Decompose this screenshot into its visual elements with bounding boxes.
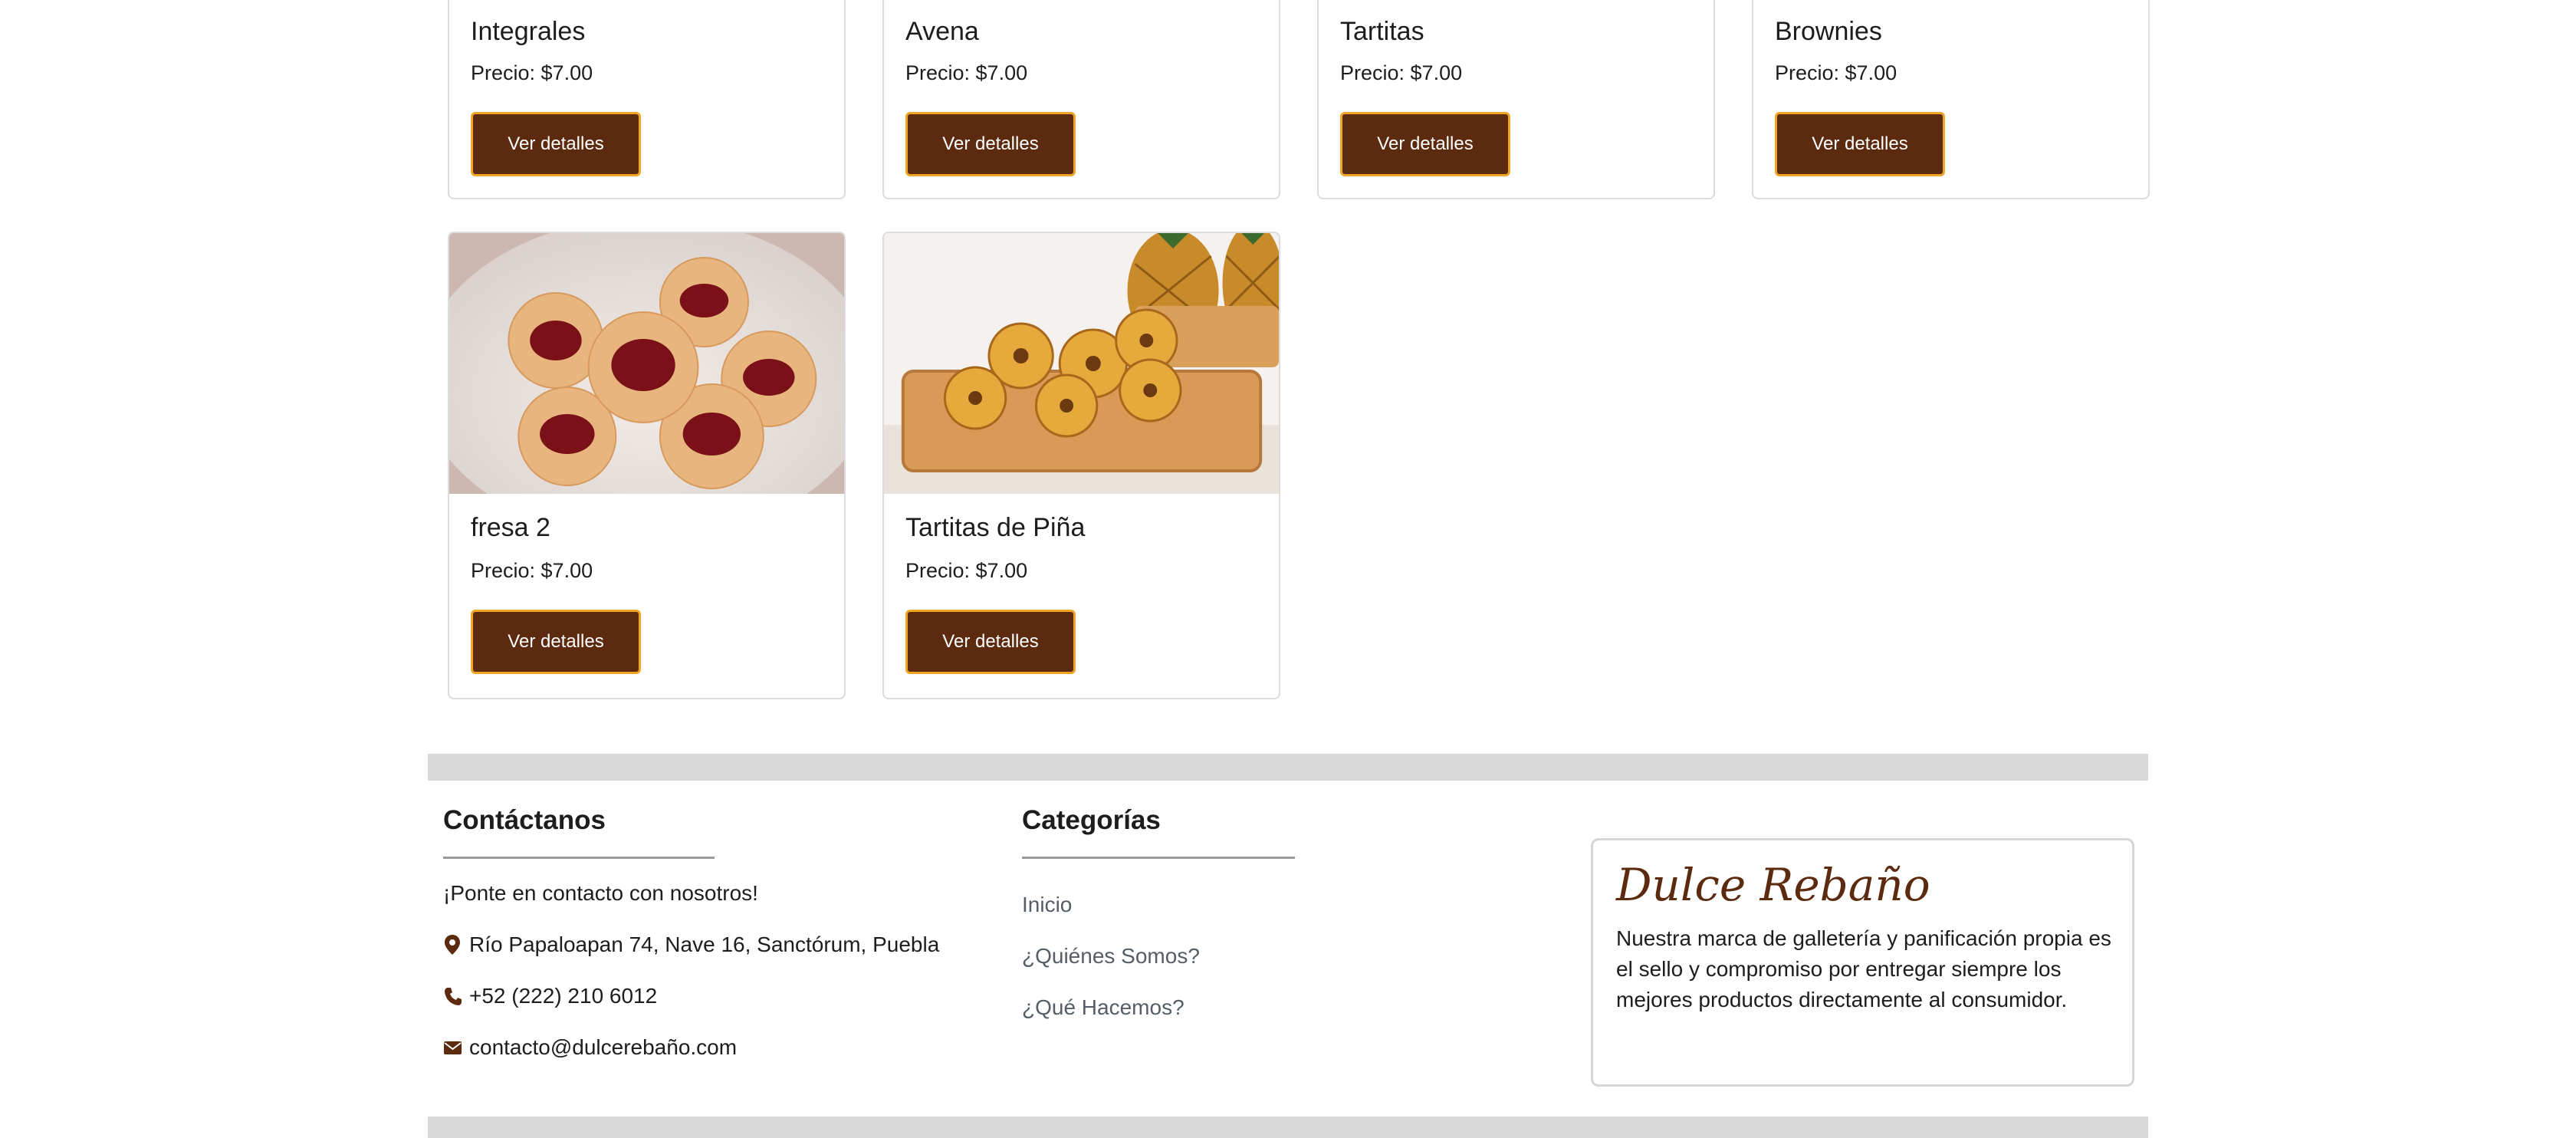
product-price: Precio: $7.00 (471, 559, 593, 582)
view-details-button[interactable]: Ver detalles (905, 610, 1076, 674)
product-image-jam-cookies[interactable] (449, 233, 844, 494)
view-details-button[interactable]: Ver detalles (471, 112, 641, 176)
contact-heading-rule (443, 857, 715, 859)
product-card: Avena Precio: $7.00 Ver detalles (882, 0, 1280, 199)
contact-email-text: contacto@dulcerebaño.com (469, 1035, 738, 1059)
product-price: Precio: $7.00 (1340, 61, 1463, 84)
view-details-button[interactable]: Ver detalles (1340, 112, 1510, 176)
footer-link-quienes-somos[interactable]: ¿Quiénes Somos? (1022, 944, 1200, 969)
product-name: Tartitas de Piña (905, 513, 1086, 542)
product-name: Tartitas (1340, 17, 1424, 46)
view-details-button[interactable]: Ver detalles (1775, 112, 1945, 176)
map-marker-icon (445, 935, 460, 955)
view-details-button[interactable]: Ver detalles (905, 112, 1076, 176)
product-card: Tartitas de Piña Precio: $7.00 Ver detal… (882, 232, 1280, 699)
footer-link-inicio[interactable]: Inicio (1022, 893, 1072, 917)
footer-bottom-band (428, 1117, 2148, 1138)
categories-heading: Categorías (1022, 805, 1161, 835)
product-price: Precio: $7.00 (905, 61, 1028, 84)
product-image-pineapple-tarts[interactable] (884, 233, 1279, 494)
contact-intro: ¡Ponte en contacto con nosotros! (443, 881, 758, 906)
product-name: fresa 2 (471, 513, 550, 542)
product-price: Precio: $7.00 (1775, 61, 1898, 84)
contact-email: contacto@dulcerebaño.com (443, 1035, 737, 1060)
footer-link-que-hacemos[interactable]: ¿Qué Hacemos? (1022, 995, 1184, 1020)
view-details-button[interactable]: Ver detalles (471, 610, 641, 674)
product-card: Brownies Precio: $7.00 Ver detalles (1752, 0, 2150, 199)
brand-name: Dulce Rebaño (1616, 859, 1930, 911)
brand-description: Nuestra marca de galletería y panificaci… (1616, 926, 2111, 1011)
footer-top-band (428, 754, 2148, 781)
envelope-icon (444, 1041, 462, 1054)
product-price: Precio: $7.00 (471, 61, 593, 84)
categories-heading-rule (1022, 857, 1295, 859)
product-name: Integrales (471, 17, 586, 46)
contact-address-text: Río Papaloapan 74, Nave 16, Sanctórum, P… (469, 932, 940, 956)
brand-info-box: Dulce Rebaño Nuestra marca de galletería… (1591, 838, 2134, 1087)
product-price: Precio: $7.00 (905, 559, 1028, 582)
product-card: Tartitas Precio: $7.00 Ver detalles (1317, 0, 1715, 199)
product-name: Avena (905, 17, 979, 46)
product-card: fresa 2 Precio: $7.00 Ver detalles (448, 232, 846, 699)
product-name: Brownies (1775, 17, 1882, 46)
contact-intro-text: ¡Ponte en contacto con nosotros! (443, 881, 758, 905)
product-card: Integrales Precio: $7.00 Ver detalles (448, 0, 846, 199)
contact-phone: +52 (222) 210 6012 (443, 984, 657, 1008)
contact-address: Río Papaloapan 74, Nave 16, Sanctórum, P… (443, 932, 939, 957)
phone-icon (445, 988, 462, 1005)
contact-phone-text: +52 (222) 210 6012 (469, 984, 658, 1008)
contact-heading: Contáctanos (443, 805, 606, 835)
